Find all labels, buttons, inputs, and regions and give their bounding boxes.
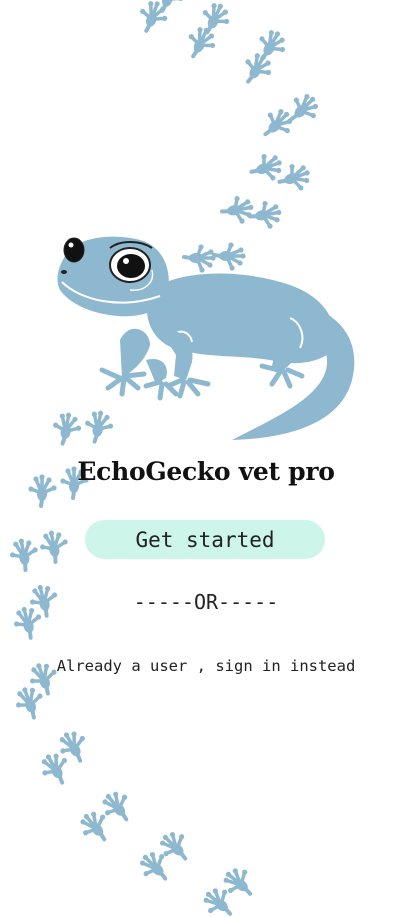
footprint-icon (9, 680, 51, 724)
footprint-icon (245, 196, 286, 234)
gecko-illustration (57, 236, 355, 440)
footprint-icon (217, 191, 258, 229)
footprint-icon (182, 242, 218, 275)
footprint-icon (273, 157, 317, 199)
footprint-icon (235, 45, 280, 92)
app-title: EchoGecko vet pro (77, 457, 335, 486)
footprint-icon (179, 20, 223, 65)
footprint-icon (5, 534, 43, 575)
footprint-icon (212, 240, 248, 273)
footprint-icon (51, 723, 96, 769)
footprint-icon (48, 408, 86, 449)
or-divider: -----OR----- (133, 590, 279, 614)
sign-in-link[interactable]: Already a user , sign in instead (0, 657, 412, 675)
footprint-icon (256, 103, 298, 145)
footprint-icon (33, 745, 78, 791)
get-started-button[interactable]: Get started (85, 520, 325, 559)
footprint-icon (80, 406, 118, 447)
footprint-icon (35, 526, 73, 567)
